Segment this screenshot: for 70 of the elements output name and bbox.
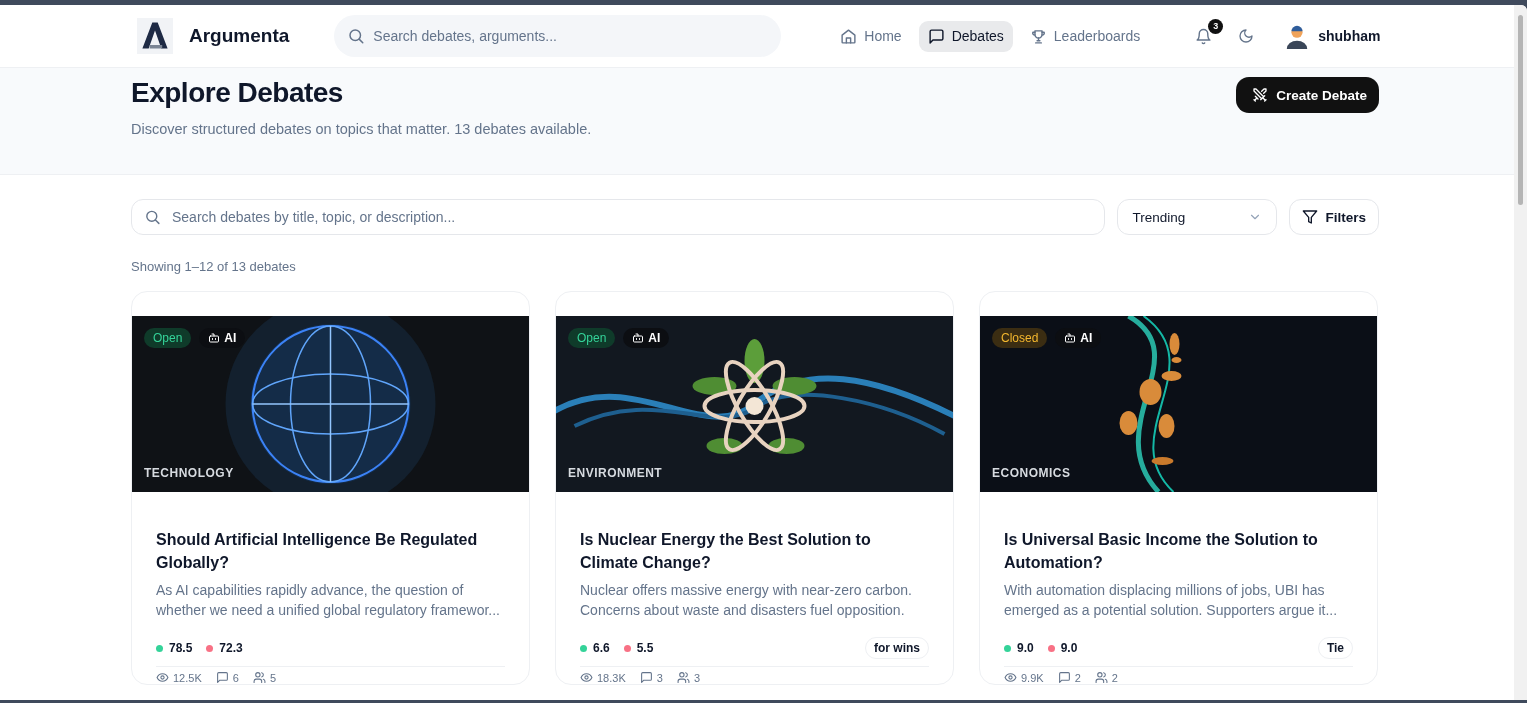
against-score: 9.0 [1047,641,1078,655]
ai-badge: AI [1055,328,1102,348]
debate-card[interactable] [555,291,954,685]
eye-icon [580,671,593,684]
robot-icon [1064,332,1077,344]
filter-icon [1302,209,1319,225]
debate-description: As AI capabilities rapidly advance, the question of whether we need a unified global regulatory framewor... [156,581,501,620]
trophy-icon [1029,27,1047,45]
nav-link[interactable]: Leaderboards [1020,20,1150,52]
notification-count: 3 [1208,18,1224,34]
ai-badge: AI [199,328,246,348]
search-field[interactable]: Search debates, arguments... [334,15,782,57]
view-count: 12.5K [173,671,202,684]
filters-button[interactable]: Filters [1289,199,1379,235]
people-icon [252,671,266,684]
people-icon [1094,671,1108,684]
participant-count: 5 [269,671,276,684]
against-score: 72.3 [206,641,243,655]
logo-icon [137,18,173,54]
comment-count: 6 [232,671,239,684]
status-badge: Closed [992,328,1048,348]
debate-title: Should Artificial Intelligence Be Regulated Globally? [156,530,479,573]
comment-count: 2 [1074,671,1081,684]
brand-name[interactable]: Argumenta [189,25,290,47]
robot-icon [208,332,221,344]
comment-icon [215,671,229,684]
sort-dropdown[interactable]: Trending [1117,199,1278,235]
comment-icon [1057,671,1071,684]
speech-bubble-icon [927,27,945,45]
search-icon [347,27,366,45]
robot-icon [632,332,645,344]
people-icon [676,671,690,684]
user-name[interactable]: shubham [1318,28,1381,44]
search-icon [144,208,161,226]
ai-badge: AI [623,328,670,348]
debate-title: Is Universal Basic Income the Solution to Automation? [1004,530,1319,573]
view-count: 9.9K [1021,671,1044,684]
swords-icon [1252,87,1269,103]
against-score: 5.5 [623,641,654,655]
page-title: Explore Debates [131,77,344,109]
scrollbar-thumb[interactable] [1518,15,1523,205]
for-score: 9.0 [1004,641,1034,655]
participant-count: 2 [1111,671,1118,684]
debate-description: With automation displacing millions of jobs, UBI has emerged as a potential solution. Supporters argue it... [1004,581,1339,620]
for-score: 6.6 [580,641,610,655]
category-label: ECONOMICS [992,466,1071,480]
comment-count: 3 [656,671,663,684]
home-icon [840,27,858,45]
category-label: TECHNOLOGY [144,466,234,480]
debate-card[interactable]: Open AI TECHNOLOGY Should Artificial Intelligence Be Regulated Globally? As AI capabilities rapidly advance, the question of whether we need a unified global regulatory framewor... 78.5 72.3 12.5K 6 5 [131,291,530,685]
create-debate-button[interactable]: Create Debate [1236,77,1379,113]
nav-link[interactable]: Debates [918,20,1013,52]
bell-icon [1195,27,1213,45]
page-subtitle: Discover structured debates on topics that matter. 13 debates available. [131,121,592,137]
for-score: 78.5 [156,641,193,655]
status-badge: Open [568,328,616,348]
category-label: ENVIRONMENT [568,466,663,480]
nav-link[interactable]: Home [831,20,911,52]
comment-icon [639,671,653,684]
participant-count: 3 [693,671,700,684]
eye-icon [1004,671,1017,684]
debate-description: Nuclear offers massive energy with near-zero carbon. Concerns about waste and disasters fuel opposition. [580,581,913,620]
eye-icon [156,671,169,684]
search-field[interactable]: Search debates by title, topic, or description... [131,199,1106,235]
view-count: 18.3K [597,671,626,684]
debate-card[interactable] [979,291,1378,685]
debate-title: Is Nuclear Energy the Best Solution to Climate Change? [580,530,872,573]
moon-icon [1238,28,1255,44]
status-badge: Open [144,328,192,348]
result-count: Showing 1–12 of 13 debates [131,259,297,274]
